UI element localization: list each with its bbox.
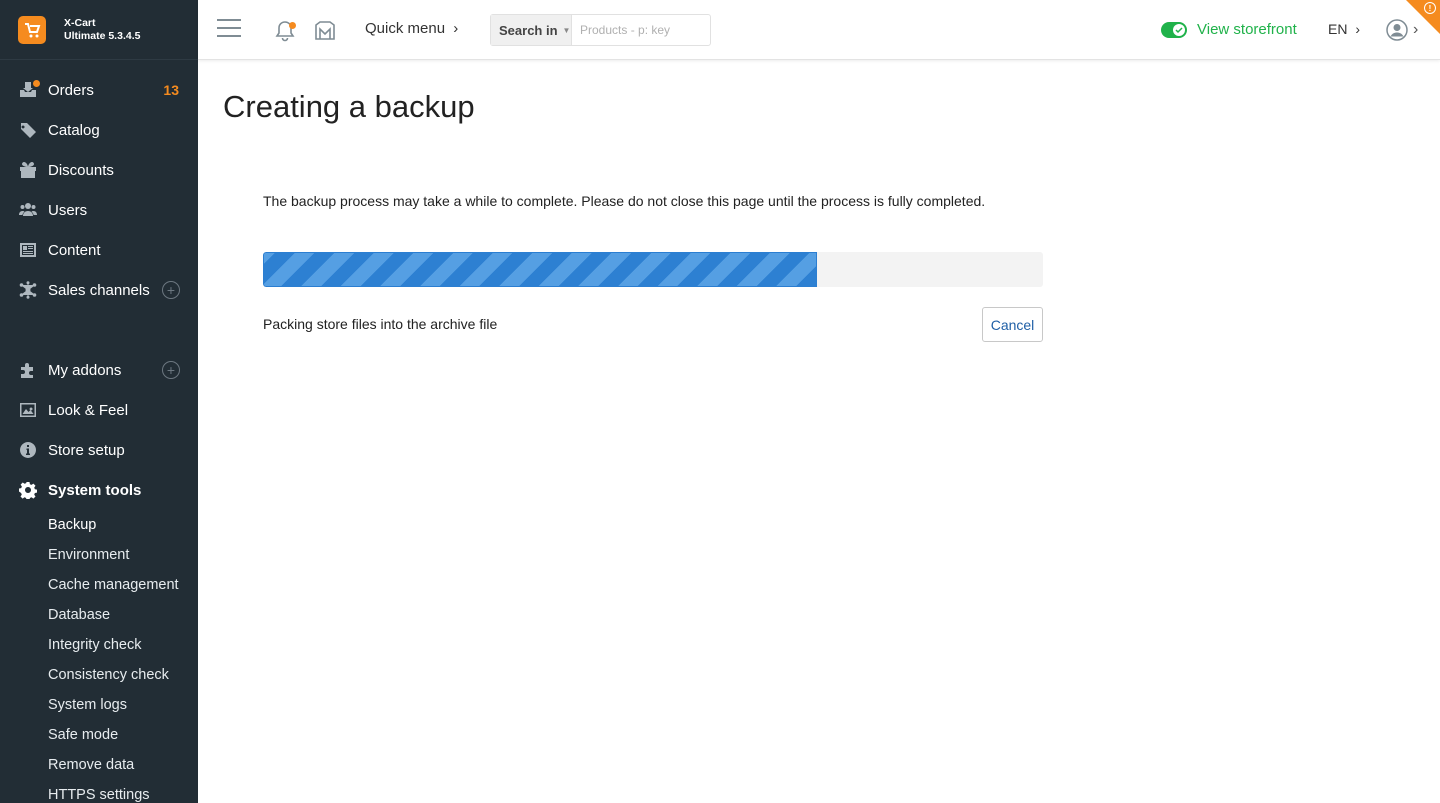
users-icon: [18, 200, 38, 220]
backup-progress-bar: [263, 252, 1043, 287]
subnav-item-remove-data[interactable]: Remove data: [0, 750, 198, 780]
sidebar-item-label: System tools: [48, 481, 142, 499]
sidebar-nav: Orders 13 Catalog Discounts Users Conten…: [0, 70, 198, 510]
check-icon: [1173, 23, 1185, 36]
sidebar-item-store-setup[interactable]: Store setup: [0, 430, 198, 470]
chevron-right-icon: ›: [1355, 21, 1361, 37]
sidebar-item-system-tools[interactable]: System tools: [0, 470, 198, 510]
menu-toggle-icon[interactable]: [217, 19, 241, 39]
marketplace-icon[interactable]: [314, 20, 336, 42]
warning-icon[interactable]: !: [1424, 2, 1436, 14]
subnav-item-integrity-check[interactable]: Integrity check: [0, 630, 198, 660]
search-input[interactable]: [572, 15, 710, 45]
search-scope-dropdown[interactable]: Search in ▼: [491, 15, 572, 45]
orders-count-badge: 13: [163, 82, 179, 98]
content-icon: [18, 240, 38, 260]
sidebar-item-label: Sales channels: [48, 281, 150, 299]
subnav-item-system-logs[interactable]: System logs: [0, 690, 198, 720]
puzzle-icon: [18, 360, 38, 380]
view-storefront-toggle[interactable]: View storefront: [1161, 21, 1297, 38]
language-label: EN: [1328, 21, 1348, 37]
brand-version: Ultimate 5.3.4.5: [64, 29, 141, 42]
subnav-item-consistency-check[interactable]: Consistency check: [0, 660, 198, 690]
subnav-item-database[interactable]: Database: [0, 600, 198, 630]
language-selector[interactable]: EN ›: [1328, 21, 1360, 37]
sidebar-item-discounts[interactable]: Discounts: [0, 150, 198, 190]
sidebar-item-users[interactable]: Users: [0, 190, 198, 230]
caret-down-icon: ▼: [562, 25, 571, 35]
sidebar-item-catalog[interactable]: Catalog: [0, 110, 198, 150]
view-storefront-link[interactable]: View storefront: [1197, 21, 1297, 38]
subnav-item-safe-mode[interactable]: Safe mode: [0, 720, 198, 750]
sidebar-item-look-and-feel[interactable]: Look & Feel: [0, 390, 198, 430]
subnav-item-environment[interactable]: Environment: [0, 540, 198, 570]
sidebar-item-label: Content: [48, 241, 101, 259]
progress-fill: [263, 252, 817, 287]
system-tools-subnav: Backup Environment Cache management Data…: [0, 510, 198, 803]
brand-text: X-Cart Ultimate 5.3.4.5: [64, 17, 140, 43]
notification-dot: [289, 22, 296, 29]
subnav-item-https-settings[interactable]: HTTPS settings: [0, 780, 198, 803]
page-title: Creating a backup: [223, 89, 475, 124]
sidebar-item-label: Catalog: [48, 121, 100, 139]
tag-icon: [18, 120, 38, 140]
info-icon: [18, 440, 38, 460]
xcart-logo-icon: [18, 15, 46, 44]
sidebar: X-Cart Ultimate 5.3.4.5 Orders 13 Catalo…: [0, 0, 198, 803]
add-sales-channel-button[interactable]: +: [162, 281, 180, 299]
sidebar-item-sales-channels[interactable]: Sales channels +: [0, 270, 198, 310]
search-scope-label: Search in: [499, 22, 558, 38]
orders-notification-dot: [33, 80, 40, 87]
sidebar-item-label: My addons: [48, 361, 122, 379]
search-box: Search in ▼: [490, 14, 711, 46]
quick-menu-label: Quick menu: [365, 20, 446, 37]
sidebar-item-label: Users: [48, 201, 88, 219]
storefront-switch[interactable]: [1161, 21, 1187, 38]
backup-status-text: Packing store files into the archive fil…: [263, 316, 498, 332]
gear-icon: [18, 480, 38, 500]
subnav-item-backup[interactable]: Backup: [0, 510, 198, 540]
network-icon: [18, 280, 38, 300]
sidebar-item-label: Store setup: [48, 441, 125, 459]
subnav-item-cache-management[interactable]: Cache management: [0, 570, 198, 600]
sidebar-item-label: Orders: [48, 81, 94, 99]
user-icon: [1386, 19, 1408, 41]
sidebar-item-my-addons[interactable]: My addons +: [0, 350, 198, 390]
sidebar-item-label: Look & Feel: [48, 401, 129, 419]
sidebar-spacer: [0, 310, 198, 350]
add-addon-button[interactable]: +: [162, 361, 180, 379]
brand[interactable]: X-Cart Ultimate 5.3.4.5: [0, 0, 198, 60]
brand-name: X-Cart: [64, 16, 96, 29]
sidebar-item-orders[interactable]: Orders 13: [0, 70, 198, 110]
image-icon: [18, 400, 38, 420]
sidebar-item-label: Discounts: [48, 161, 114, 179]
chevron-right-icon: ›: [453, 20, 459, 37]
top-header: Quick menu › Search in ▼ View storefront…: [198, 0, 1440, 60]
quick-menu-button[interactable]: Quick menu ›: [365, 20, 458, 37]
cancel-button[interactable]: Cancel: [982, 307, 1043, 342]
sidebar-item-content[interactable]: Content: [0, 230, 198, 270]
backup-notice: The backup process may take a while to c…: [263, 193, 986, 209]
gift-icon: [18, 160, 38, 180]
